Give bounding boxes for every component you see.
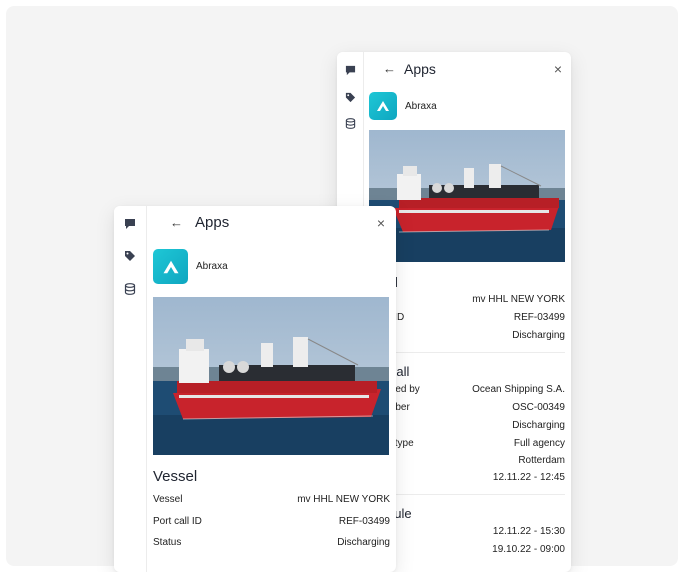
side-rail [114, 206, 147, 572]
divider [387, 352, 565, 353]
abraxa-logo [369, 92, 397, 120]
close-icon[interactable]: × [377, 215, 385, 231]
arrow-left-icon[interactable]: ← [383, 61, 396, 76]
abraxa-logo [153, 249, 188, 284]
panel-header: ← Apps × [363, 52, 571, 86]
divider [387, 494, 565, 495]
close-icon[interactable]: × [554, 61, 562, 77]
panel-title: Apps [195, 214, 230, 231]
panel-header: ← Apps × [146, 206, 396, 240]
vessel-photo [153, 297, 389, 455]
kv-row-status: Status Discharging [153, 537, 390, 548]
app-row[interactable]: Abraxa [369, 92, 437, 120]
app-name: Abraxa [405, 100, 437, 112]
kv-row-port-call-id: Port call ID REF-03499 [153, 516, 390, 527]
chat-icon[interactable] [343, 63, 357, 77]
tag-icon[interactable] [123, 249, 137, 263]
kv-row-vessel: Vessel mv HHL NEW YORK [153, 494, 390, 505]
apps-panel-front: ← Apps × Abraxa Vessel Vessel mv HHL NEW… [114, 206, 396, 572]
database-icon[interactable] [343, 116, 357, 130]
arrow-left-icon[interactable]: ← [170, 215, 183, 230]
panel-title: Apps [404, 61, 436, 77]
background-canvas: ← Apps × Abraxa mv HHL NEW YORK ID REF-0… [6, 6, 678, 572]
database-icon[interactable] [123, 282, 137, 296]
app-row[interactable]: Abraxa [153, 249, 228, 284]
vessel-photo [369, 130, 565, 262]
panel-content: ← Apps × Abraxa [146, 206, 396, 572]
vessel-section-title: Vessel [153, 468, 198, 485]
chat-icon[interactable] [123, 217, 137, 231]
tag-icon[interactable] [343, 90, 357, 104]
app-name: Abraxa [196, 261, 228, 272]
